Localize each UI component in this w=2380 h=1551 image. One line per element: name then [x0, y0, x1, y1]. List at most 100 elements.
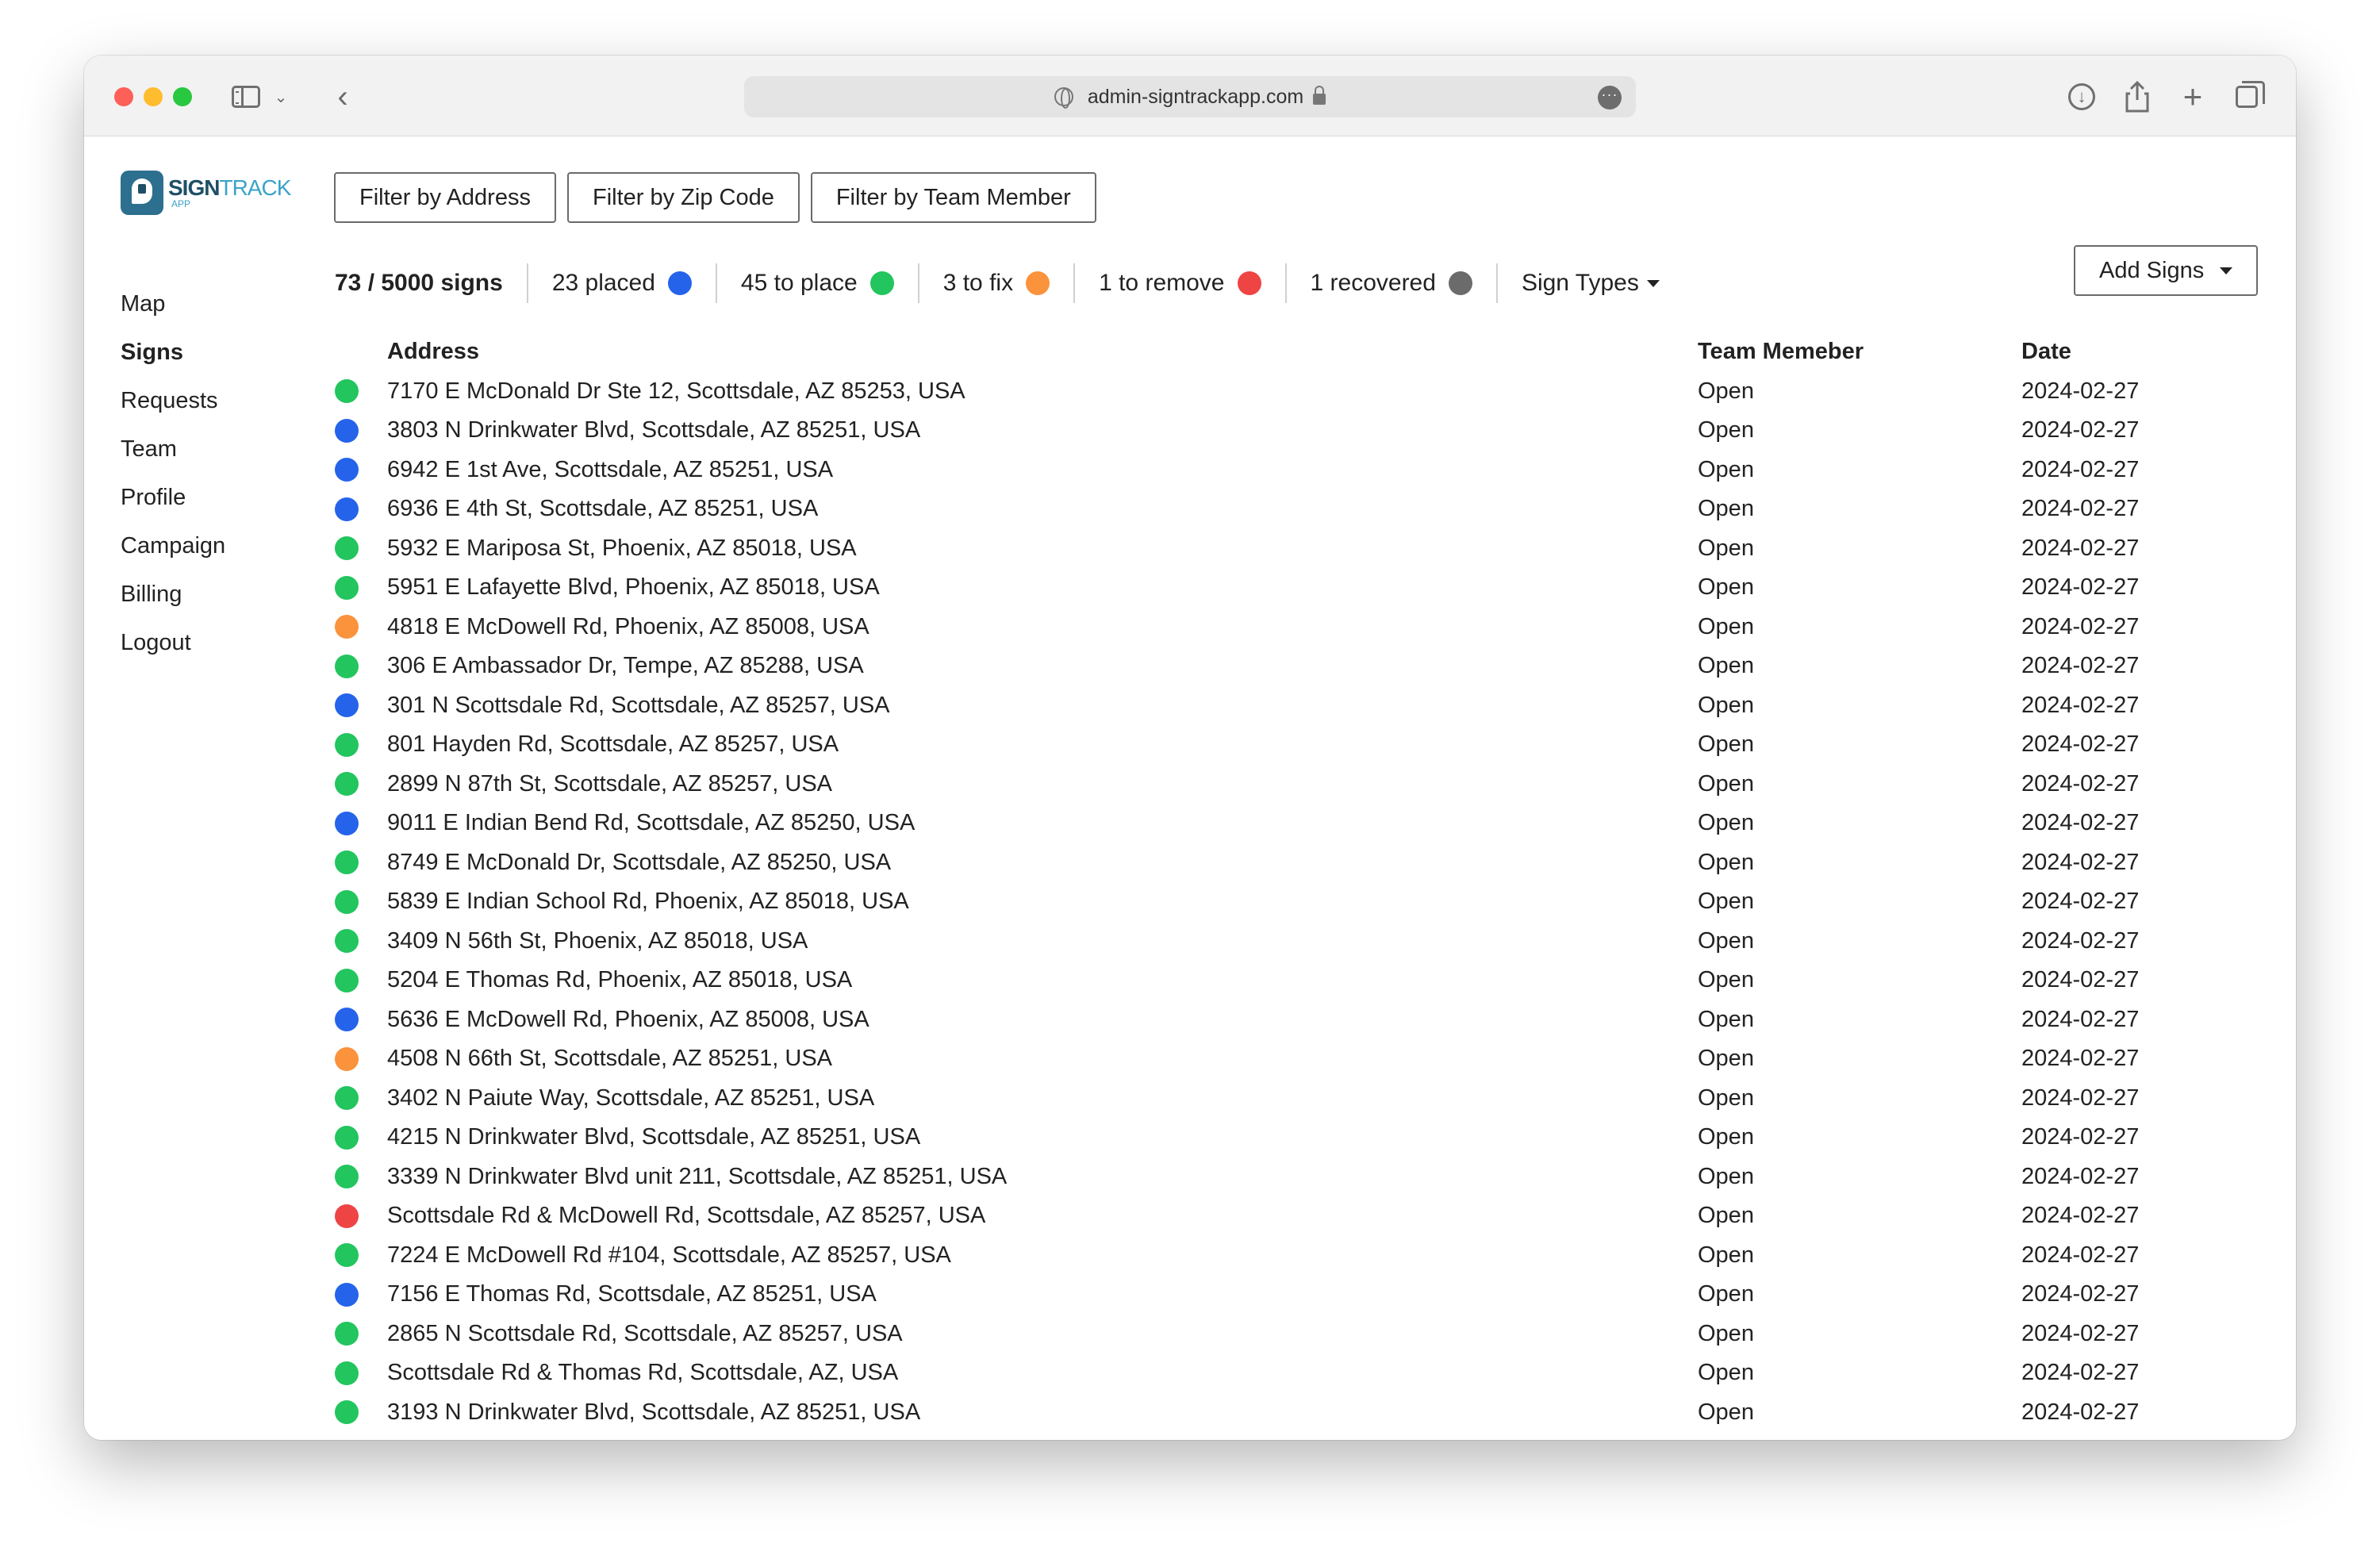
date-cell: 2024-02-27: [2021, 1360, 2140, 1386]
address-cell: 4215 N Drinkwater Blvd, Scottsdale, AZ 8…: [387, 1124, 921, 1150]
filter-bar: Filter by Address Filter by Zip Code Fil…: [334, 172, 1096, 223]
caret-down-icon: [1646, 279, 1660, 287]
table-row[interactable]: 4818 E McDowell Rd, Phoenix, AZ 85008, U…: [335, 608, 2294, 647]
nav-item-billing[interactable]: Billing: [121, 570, 225, 619]
status-dot: [335, 418, 359, 443]
to-remove-label: 1 to remove: [1099, 270, 1225, 296]
date-column-header[interactable]: Date: [2021, 339, 2291, 365]
team-member-cell: Open: [1698, 653, 1754, 679]
table-row[interactable]: 6942 E 1st Ave, Scottsdale, AZ 85251, US…: [335, 451, 2294, 490]
nav-item-logout[interactable]: Logout: [121, 619, 225, 667]
table-row[interactable]: 3193 N Drinkwater Blvd, Scottsdale, AZ 8…: [335, 1393, 2294, 1433]
nav-item-campaign[interactable]: Campaign: [121, 522, 225, 570]
download-icon[interactable]: ↓: [2064, 79, 2099, 114]
nav-item-map[interactable]: Map: [121, 280, 225, 328]
logo-app-text: APP: [171, 198, 191, 209]
to-fix-filter[interactable]: 3 to fix: [919, 263, 1076, 303]
to-place-filter[interactable]: 45 to place: [717, 263, 919, 303]
tab-overview-icon[interactable]: [2229, 79, 2265, 114]
address-cell: 5204 E Thomas Rd, Phoenix, AZ 85018, USA: [387, 967, 853, 993]
recovered-filter[interactable]: 1 recovered: [1287, 263, 1498, 303]
address-bar[interactable]: admin-signtrackapp.com ···: [744, 76, 1636, 117]
new-tab-icon[interactable]: +: [2175, 78, 2210, 115]
date-cell: 2024-02-27: [2021, 496, 2140, 522]
more-options-icon[interactable]: ···: [1598, 86, 1622, 109]
table-row[interactable]: 5932 E Mariposa St, Phoenix, AZ 85018, U…: [335, 529, 2294, 569]
address-cell: 3409 N 56th St, Phoenix, AZ 85018, USA: [387, 927, 808, 954]
table-row[interactable]: Scottsdale Rd & McDowell Rd, Scottsdale,…: [335, 1196, 2294, 1236]
date-cell: 2024-02-27: [2021, 1281, 2140, 1307]
add-signs-button[interactable]: Add Signs: [2074, 245, 2259, 296]
share-icon[interactable]: [2120, 79, 2155, 114]
date-cell: 2024-02-27: [2021, 810, 2140, 836]
address-cell: 4818 E McDowell Rd, Phoenix, AZ 85008, U…: [387, 613, 869, 639]
status-cell: [335, 929, 387, 954]
sidebar-nav: Map Signs Requests Team Profile Campaign…: [121, 280, 225, 667]
date-cell: 2024-02-27: [2021, 1320, 2140, 1346]
date-cell: 2024-02-27: [2021, 378, 2140, 404]
table-row[interactable]: Scottsdale Rd & Thomas Rd, Scottsdale, A…: [335, 1353, 2294, 1393]
status-dot: [335, 732, 359, 757]
url-text: admin-signtrackapp.com: [1087, 85, 1304, 108]
status-cell: [335, 1243, 387, 1268]
date-cell: 2024-02-27: [2021, 1163, 2140, 1189]
table-row[interactable]: 3402 N Paiute Way, Scottsdale, AZ 85251,…: [335, 1079, 2294, 1119]
address-cell: 2899 N 87th St, Scottsdale, AZ 85257, US…: [387, 770, 833, 797]
table-row[interactable]: 8749 E McDonald Dr, Scottsdale, AZ 85250…: [335, 843, 2294, 883]
placed-filter[interactable]: 23 placed: [528, 263, 717, 303]
table-row[interactable]: 5951 E Lafayette Blvd, Phoenix, AZ 85018…: [335, 568, 2294, 608]
back-arrow-icon[interactable]: ‹: [327, 79, 359, 114]
table-row[interactable]: 3339 N Drinkwater Blvd unit 211, Scottsd…: [335, 1157, 2294, 1197]
table-row[interactable]: 4215 N Drinkwater Blvd, Scottsdale, AZ 8…: [335, 1118, 2294, 1157]
table-row[interactable]: 7224 E McDowell Rd #104, Scottsdale, AZ …: [335, 1236, 2294, 1276]
sign-types-dropdown[interactable]: Sign Types: [1498, 263, 1683, 303]
table-row[interactable]: 4508 N 66th St, Scottsdale, AZ 85251, US…: [335, 1039, 2294, 1079]
date-cell: 2024-02-27: [2021, 1124, 2140, 1150]
nav-item-team[interactable]: Team: [121, 425, 225, 474]
status-cell: [335, 1165, 387, 1189]
table-row[interactable]: 3803 N Drinkwater Blvd, Scottsdale, AZ 8…: [335, 411, 2294, 451]
table-row[interactable]: 7156 E Thomas Rd, Scottsdale, AZ 85251, …: [335, 1275, 2294, 1315]
status-dot: [335, 693, 359, 718]
close-window-button[interactable]: [114, 87, 133, 106]
status-dot: [335, 379, 359, 404]
to-remove-filter[interactable]: 1 to remove: [1075, 263, 1287, 303]
table-row[interactable]: 801 Hayden Rd, Scottsdale, AZ 85257, USA…: [335, 725, 2294, 765]
team-member-cell: Open: [1698, 889, 1754, 915]
minimize-window-button[interactable]: [144, 87, 163, 106]
zoom-window-button[interactable]: [173, 87, 192, 106]
table-row[interactable]: 5636 E McDowell Rd, Phoenix, AZ 85008, U…: [335, 1000, 2294, 1040]
table-row[interactable]: 9011 E Indian Bend Rd, Scottsdale, AZ 85…: [335, 804, 2294, 843]
team-member-column-header[interactable]: Team Memeber: [1698, 339, 2021, 365]
status-dot: [335, 1165, 359, 1189]
table-row[interactable]: 2865 N Scottsdale Rd, Scottsdale, AZ 852…: [335, 1315, 2294, 1354]
status-dot: [335, 968, 359, 992]
table-row[interactable]: 7170 E McDonald Dr Ste 12, Scottsdale, A…: [335, 372, 2294, 412]
address-column-header[interactable]: Address: [387, 339, 1698, 365]
to-place-status-dot: [869, 271, 894, 295]
status-dot: [335, 1086, 359, 1111]
table-row[interactable]: 3409 N 56th St, Phoenix, AZ 85018, USA Op…: [335, 922, 2294, 962]
table-row[interactable]: 301 N Scottsdale Rd, Scottsdale, AZ 8525…: [335, 686, 2294, 726]
table-row[interactable]: 6936 E 4th St, Scottsdale, AZ 85251, USA…: [335, 489, 2294, 529]
filter-by-team-member-button[interactable]: Filter by Team Member: [810, 172, 1096, 223]
table-row[interactable]: 2899 N 87th St, Scottsdale, AZ 85257, US…: [335, 765, 2294, 804]
address-cell: 3339 N Drinkwater Blvd unit 211, Scottsd…: [387, 1163, 1008, 1189]
team-member-cell: Open: [1698, 810, 1754, 836]
nav-item-profile[interactable]: Profile: [121, 474, 225, 522]
address-cell: Scottsdale Rd & Thomas Rd, Scottsdale, A…: [387, 1360, 899, 1386]
team-member-cell: Open: [1698, 849, 1754, 875]
sidebar-toggle-icon[interactable]: [230, 79, 262, 114]
table-row[interactable]: 5204 E Thomas Rd, Phoenix, AZ 85018, USA…: [335, 961, 2294, 1000]
signtrack-logo[interactable]: SIGNTRACK APP: [121, 171, 291, 215]
nav-item-signs[interactable]: Signs: [121, 328, 225, 377]
nav-item-requests[interactable]: Requests: [121, 377, 225, 425]
filter-by-zip-button[interactable]: Filter by Zip Code: [566, 172, 800, 223]
chevron-down-icon[interactable]: ⌄: [271, 79, 290, 114]
to-fix-status-dot: [1026, 271, 1050, 295]
filter-by-address-button[interactable]: Filter by Address: [334, 172, 556, 223]
address-cell: 3803 N Drinkwater Blvd, Scottsdale, AZ 8…: [387, 417, 921, 443]
table-row[interactable]: 5839 E Indian School Rd, Phoenix, AZ 850…: [335, 882, 2294, 922]
table-row[interactable]: 306 E Ambassador Dr, Tempe, AZ 85288, US…: [335, 647, 2294, 686]
team-member-cell: Open: [1698, 1163, 1754, 1189]
